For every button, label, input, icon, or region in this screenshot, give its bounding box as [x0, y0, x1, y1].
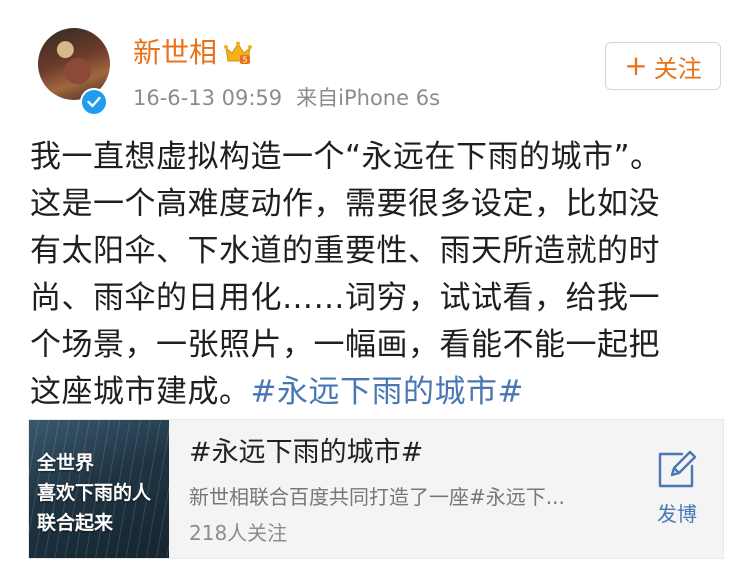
publish-label: 发博: [657, 502, 697, 526]
topic-follow-count: 218人关注: [189, 521, 288, 545]
topic-card[interactable]: 全世界 喜欢下雨的人 联合起来 #永远下雨的城市# 新世相联合百度共同打造了一座…: [28, 419, 724, 559]
post-source: 来自iPhone 6s: [296, 86, 441, 110]
post-content: 我一直想虚拟构造一个“永远在下雨的城市”。 这是一个高难度动作，需要很多设定，比…: [30, 134, 720, 416]
post-text-end: 这座城市建成。: [30, 374, 251, 410]
post-text-line: 我一直想虚拟构造一个“永远在下雨的城市”。: [30, 139, 662, 175]
post-text-line: 个场景，一张照片，一幅画，看能不能一起把: [30, 327, 660, 363]
plus-icon: +: [624, 49, 648, 82]
vip-crown-icon: 5: [224, 41, 253, 65]
post-meta: 16-6-13 09:59 来自iPhone 6s: [133, 84, 440, 112]
follow-button[interactable]: + 关注: [605, 42, 721, 90]
publish-button[interactable]: 发博: [647, 448, 707, 527]
thumbnail-caption: 全世界 喜欢下雨的人 联合起来: [37, 448, 151, 538]
edit-icon: [658, 450, 697, 488]
svg-text:5: 5: [242, 56, 247, 65]
thumb-line: 喜欢下雨的人: [37, 482, 152, 504]
post-text-line: 这是一个高难度动作，需要很多设定，比如没: [30, 186, 660, 222]
verified-badge-icon: [80, 88, 108, 116]
topic-description: 新世相联合百度共同打造了一座#永远下...: [189, 485, 565, 509]
topic-thumbnail: 全世界 喜欢下雨的人 联合起来: [29, 420, 169, 558]
thumb-line: 全世界: [37, 452, 95, 474]
username[interactable]: 新世相: [133, 36, 217, 70]
post-text-line-last: 这座城市建成。#永远下雨的城市#: [30, 369, 720, 416]
follow-label: 关注: [653, 54, 702, 83]
topic-title[interactable]: #永远下雨的城市#: [189, 436, 423, 470]
username-row: 新世相 5: [133, 36, 253, 70]
thumb-line: 联合起来: [37, 512, 114, 534]
hashtag-link[interactable]: #永远下雨的城市#: [251, 374, 524, 410]
post-text-line: 有太阳伞、下水道的重要性、雨天所造就的时: [30, 233, 660, 269]
post-date: 16-6-13 09:59: [133, 86, 283, 110]
post-text-line: 尚、雨伞的日用化……词穷，试试看，给我一: [30, 280, 660, 316]
